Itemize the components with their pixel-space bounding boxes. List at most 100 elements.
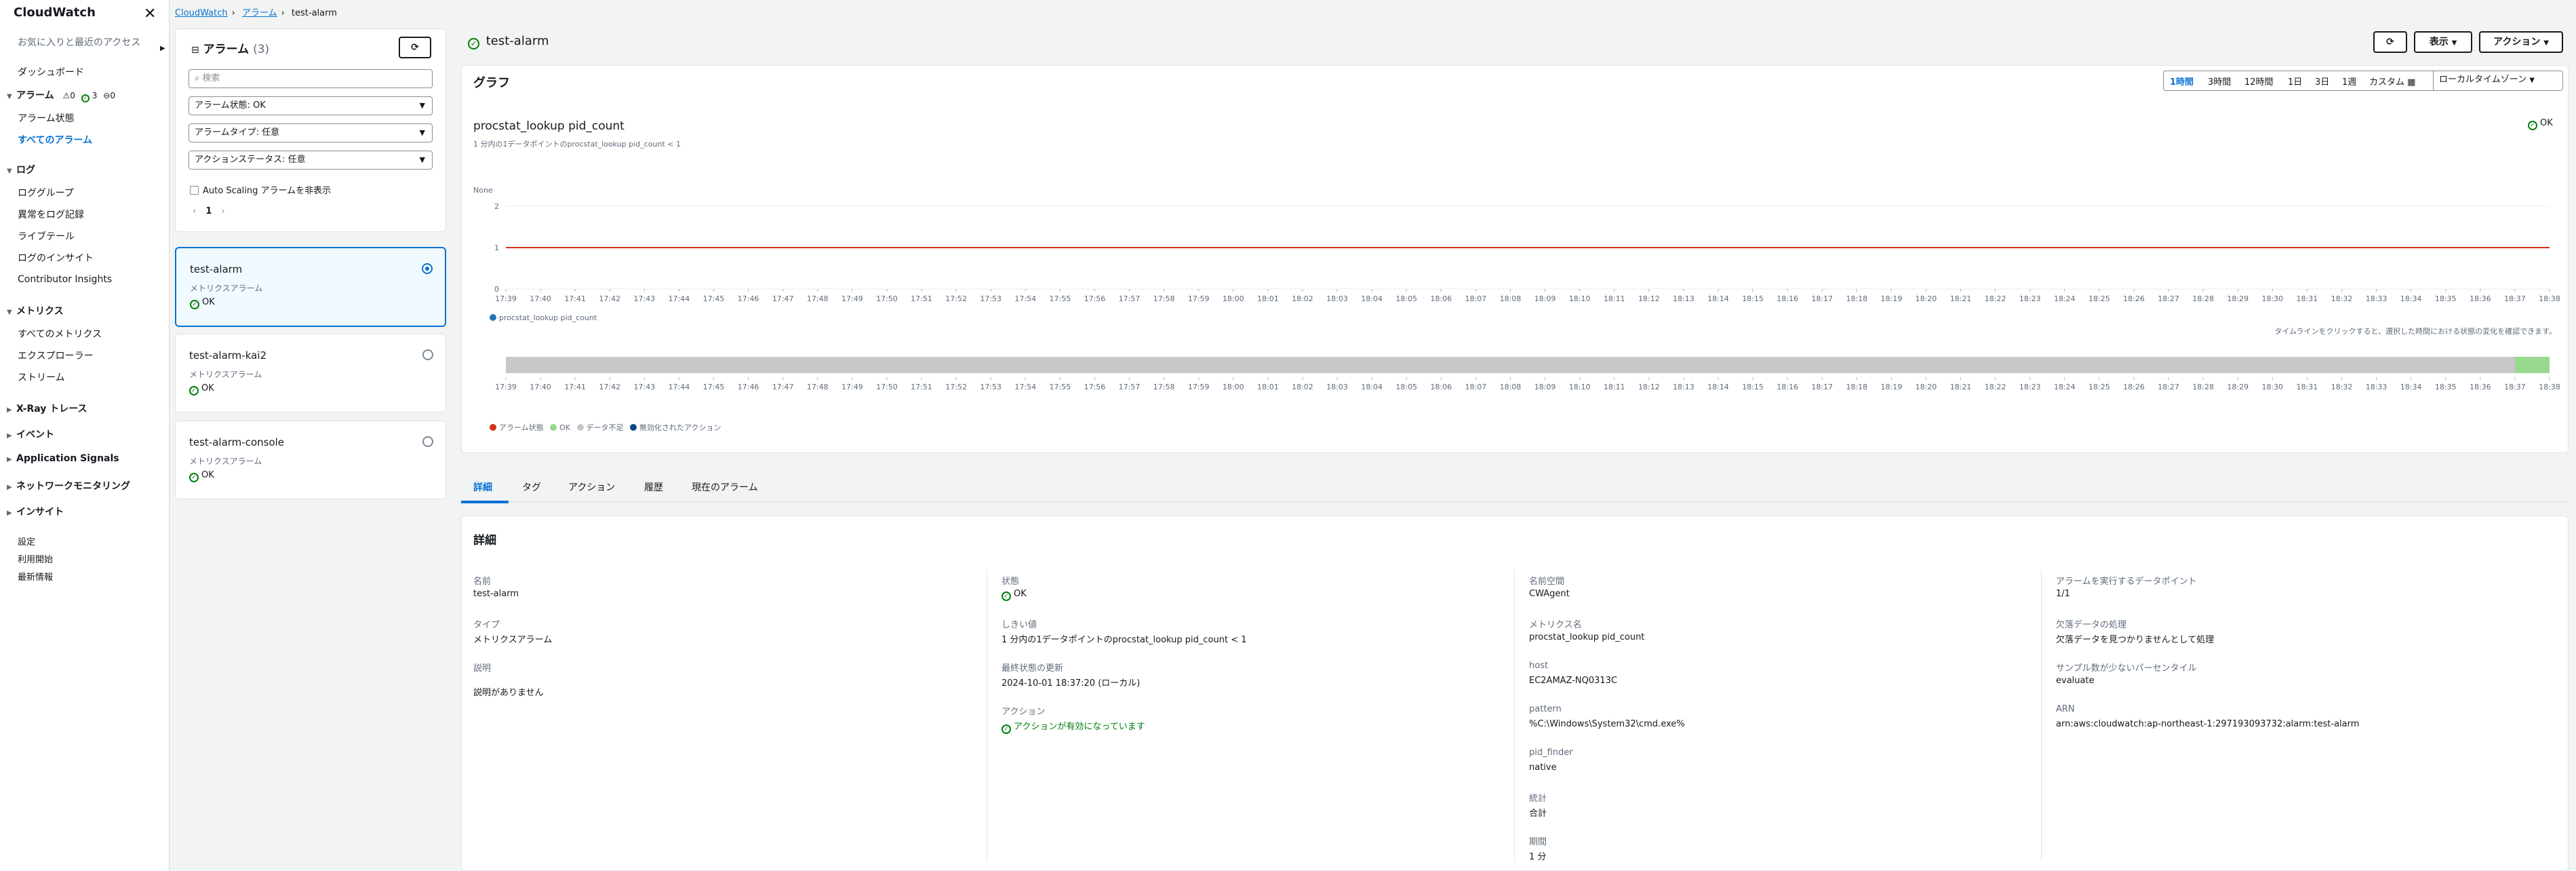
x-tick-label: 18:23	[2019, 294, 2041, 303]
timezone-select[interactable]: ローカルタイムゾーン ▼	[2433, 71, 2563, 91]
timeline-tick-label: 18:25	[2088, 383, 2110, 391]
sidebar-item-whats-new[interactable]: 最新情報	[18, 570, 53, 583]
sidebar-section-logs[interactable]: ▼ ログ	[7, 163, 35, 176]
x-tick-label: 18:31	[2297, 294, 2318, 303]
alarm-select-radio[interactable]	[422, 349, 433, 360]
sidebar-section-alarms[interactable]: ▼ アラーム ⚠0 ✓ 3 ⊖0	[7, 88, 115, 102]
search-input[interactable]: ⌕ 検索	[189, 69, 433, 88]
timeline-insufficient-segment	[506, 357, 2515, 373]
state-text: OK	[201, 470, 214, 480]
alarm-card-name[interactable]: test-alarm-console	[189, 436, 284, 448]
action-status-filter[interactable]: アクションステータス: 任意 ▼	[189, 151, 433, 170]
range-custom[interactable]: カスタム ▦	[2369, 75, 2415, 88]
detail-label-period: 期間	[1529, 837, 1547, 847]
sidebar-item-explorer[interactable]: エクスプローラー	[18, 349, 94, 362]
sidebar-item-all-alarms[interactable]: すべてのアラーム	[18, 133, 92, 147]
sidebar-item-live-tail[interactable]: ライブテール	[18, 229, 75, 243]
next-page-icon[interactable]: ›	[222, 206, 225, 216]
state-legend-alarm: アラーム状態	[499, 423, 544, 432]
page-number[interactable]: 1	[205, 206, 212, 216]
timeline-tick-label: 18:11	[1604, 383, 1625, 391]
insufficient-legend-swatch	[576, 424, 584, 431]
series-legend: procstat_lookup pid_count	[490, 313, 597, 322]
sidebar-item-all-metrics[interactable]: すべてのメトリクス	[18, 327, 102, 341]
refresh-button[interactable]: ⟳	[399, 37, 431, 58]
sidebar-section-xray[interactable]: ▶ X-Ray トレース	[7, 402, 87, 415]
caret-right-icon: ▶	[7, 406, 12, 414]
ok-legend-swatch	[550, 424, 557, 431]
x-tick-label: 18:25	[2088, 294, 2110, 303]
sidebar: CloudWatch ✕ お気に入りと最近のアクセス ▶ ダッシュボード ▼ アラ…	[0, 0, 170, 871]
timeline-tick-label: 18:09	[1534, 383, 1556, 391]
sidebar-section-events[interactable]: ▶ イベント	[7, 427, 54, 441]
range-custom-label: カスタム	[2369, 77, 2405, 88]
x-tick-label: 17:48	[807, 294, 829, 303]
detail-value-missing-data: 欠落データを見つかりませんとして処理	[2056, 635, 2215, 645]
sidebar-section-application-signals[interactable]: ▶ Application Signals	[7, 453, 119, 464]
alarm-card-name[interactable]: test-alarm	[190, 263, 242, 275]
filter-label: アラーム状態: OK	[195, 100, 266, 111]
sidebar-item-alarm-state[interactable]: アラーム状態	[18, 111, 75, 125]
alarm-card-name[interactable]: test-alarm-kai2	[189, 349, 266, 362]
sidebar-favorites[interactable]: お気に入りと最近のアクセス	[18, 37, 153, 49]
sidebar-item-log-anomalies[interactable]: 異常をログ記録	[18, 208, 84, 221]
ok-status-icon: ✓	[189, 386, 199, 395]
caret-right-icon: ▶	[7, 456, 12, 463]
collapse-icon[interactable]: ⊟	[191, 45, 199, 56]
sidebar-item-settings[interactable]: 設定	[18, 535, 35, 547]
tab-actions[interactable]: アクション	[568, 480, 615, 494]
range-1w[interactable]: 1週	[2342, 75, 2356, 88]
tab-current-alarms[interactable]: 現在のアラーム	[692, 480, 758, 494]
timeline-tick-label: 17:49	[841, 383, 863, 391]
sidebar-item-contributor-insights[interactable]: Contributor Insights	[18, 274, 112, 285]
actions-button[interactable]: アクション ▼	[2479, 31, 2563, 53]
state-text: OK	[1014, 589, 1027, 599]
caret-right-icon: ▶	[7, 484, 12, 491]
sidebar-item-getting-started[interactable]: 利用開始	[18, 552, 53, 565]
autoscaling-checkbox-row[interactable]: Auto Scaling アラームを非表示	[190, 183, 331, 196]
alarm-card-test-alarm-console[interactable]: test-alarm-console メトリクスアラーム ✓ OK	[175, 421, 446, 499]
timeline-tick-label: 18:28	[2192, 383, 2214, 391]
ok-status-icon: ✓	[1002, 592, 1011, 601]
view-button[interactable]: 表示 ▼	[2414, 31, 2472, 53]
tab-history[interactable]: 履歴	[644, 480, 663, 494]
detail-value-last-update: 2024-10-01 18:37:20 (ローカル)	[1002, 678, 1141, 689]
sidebar-item-streams[interactable]: ストリーム	[18, 370, 65, 384]
alarm-state-filter[interactable]: アラーム状態: OK ▼	[189, 96, 433, 115]
close-icon[interactable]: ✕	[144, 5, 156, 22]
sidebar-title[interactable]: CloudWatch	[14, 5, 96, 20]
timeline-tick-label: 18:38	[2539, 383, 2560, 391]
breadcrumb-cloudwatch[interactable]: CloudWatch	[175, 8, 228, 18]
sidebar-section-label: Application Signals	[16, 453, 119, 464]
prev-page-icon[interactable]: ‹	[193, 206, 196, 216]
alarm-card-test-alarm[interactable]: test-alarm メトリクスアラーム ✓ OK	[175, 247, 446, 327]
sidebar-section-network-monitoring[interactable]: ▶ ネットワークモニタリング	[7, 479, 130, 492]
sidebar-item-log-insights[interactable]: ログのインサイト	[18, 251, 94, 265]
breadcrumb-alarms[interactable]: アラーム	[242, 8, 277, 18]
tab-tags[interactable]: タグ	[522, 480, 541, 494]
caret-down-icon: ▼	[7, 168, 12, 175]
tab-details[interactable]: 詳細	[473, 480, 492, 494]
range-3d[interactable]: 3日	[2315, 75, 2329, 88]
alarm-select-radio[interactable]	[422, 263, 433, 274]
timeline-tick-label: 18:36	[2470, 383, 2491, 391]
range-12h[interactable]: 12時間	[2244, 75, 2274, 88]
range-1d[interactable]: 1日	[2288, 75, 2302, 88]
ok-status-icon: ✓	[468, 38, 479, 50]
detail-label-description: 説明	[473, 663, 492, 674]
alarm-card-test-alarm-kai2[interactable]: test-alarm-kai2 メトリクスアラーム ✓ OK	[175, 334, 446, 412]
alarm-type-filter[interactable]: アラームタイプ: 任意 ▼	[189, 123, 433, 142]
range-3h[interactable]: 3時間	[2208, 75, 2231, 88]
range-1h[interactable]: 1時間	[2170, 75, 2194, 88]
x-tick-label: 18:01	[1257, 294, 1279, 303]
sidebar-item-dashboard[interactable]: ダッシュボード	[18, 65, 84, 79]
header-refresh-button[interactable]: ⟳	[2373, 31, 2407, 53]
detail-label-percentile: サンプル数が少ないパーセンタイル	[2056, 663, 2197, 674]
caret-right-icon[interactable]: ▶	[160, 45, 165, 52]
sidebar-section-metrics[interactable]: ▼ メトリクス	[7, 304, 64, 317]
alarm-select-radio[interactable]	[422, 436, 433, 447]
detail-label-last-update: 最終状態の更新	[1002, 663, 1064, 674]
hide-autoscaling-checkbox[interactable]	[190, 186, 199, 195]
sidebar-item-log-groups[interactable]: ロググループ	[18, 186, 74, 199]
sidebar-section-insights[interactable]: ▶ インサイト	[7, 505, 64, 518]
